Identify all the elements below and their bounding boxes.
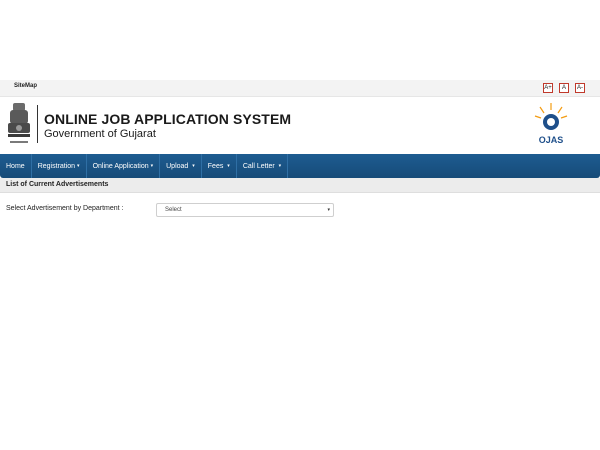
state-emblem-icon: [8, 103, 30, 143]
chevron-down-icon: ▾: [77, 163, 80, 169]
site-header: ONLINE JOB APPLICATION SYSTEM Government…: [0, 97, 600, 154]
top-utility-bar: SiteMap A+ A A-: [0, 80, 600, 97]
font-normal-button[interactable]: A: [559, 83, 569, 93]
section-header: List of Current Advertisements: [0, 178, 600, 193]
chevron-down-icon: ▾: [327, 207, 330, 213]
font-increase-button[interactable]: A+: [543, 83, 553, 93]
ojas-logo-text: OJAS: [539, 135, 564, 145]
nav-upload[interactable]: Upload ▾: [160, 154, 202, 178]
main-nav: Home Registration ▾ Online Application ▾ U…: [0, 154, 600, 178]
nav-home[interactable]: Home: [0, 154, 32, 178]
chevron-down-icon: ▾: [192, 163, 195, 169]
chevron-down-icon: ▾: [227, 163, 230, 169]
section-title: List of Current Advertisements: [6, 181, 109, 188]
header-divider: [37, 105, 38, 143]
department-select[interactable]: Select ▾: [156, 203, 334, 217]
nav-registration[interactable]: Registration ▾: [32, 154, 87, 178]
department-filter-label: Select Advertisement by Department :: [6, 205, 124, 212]
font-decrease-button[interactable]: A-: [575, 83, 585, 93]
chevron-down-icon: ▾: [150, 163, 154, 169]
chevron-down-icon: ▾: [278, 163, 282, 169]
nav-fees[interactable]: Fees ▾: [202, 154, 237, 178]
sitemap-link[interactable]: SiteMap: [14, 83, 37, 89]
nav-online-application[interactable]: Online Application ▾: [87, 154, 161, 178]
page-subtitle: Government of Gujarat: [44, 128, 156, 140]
department-select-value: Select: [165, 207, 182, 213]
page-title: ONLINE JOB APPLICATION SYSTEM: [44, 111, 292, 127]
ojas-logo-icon[interactable]: OJAS: [532, 101, 570, 147]
nav-call-letter[interactable]: Call Letter ▾: [237, 154, 289, 178]
